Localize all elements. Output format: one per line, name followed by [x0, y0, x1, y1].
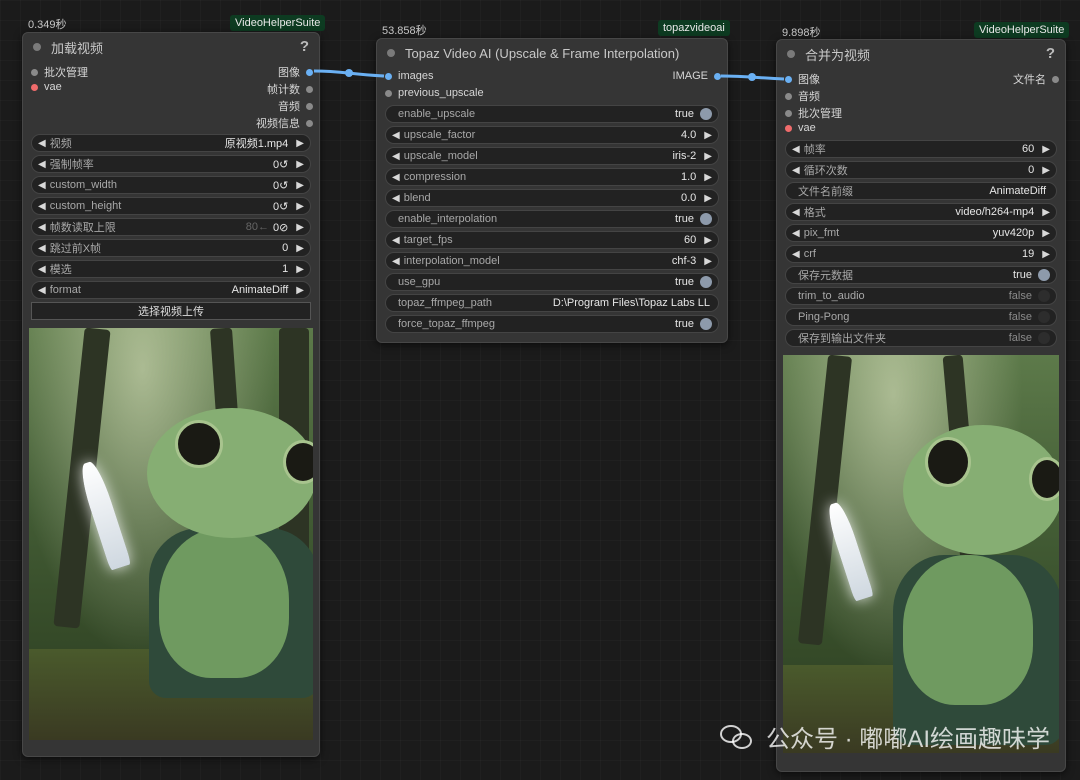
watermark: 公众号 · 嘟嘟AI绘画趣味学 [719, 719, 1050, 754]
link-midpoint-icon[interactable] [345, 69, 353, 77]
node-links [313, 69, 785, 81]
wechat-icon [719, 723, 756, 751]
link-midpoint-icon[interactable] [748, 73, 756, 81]
